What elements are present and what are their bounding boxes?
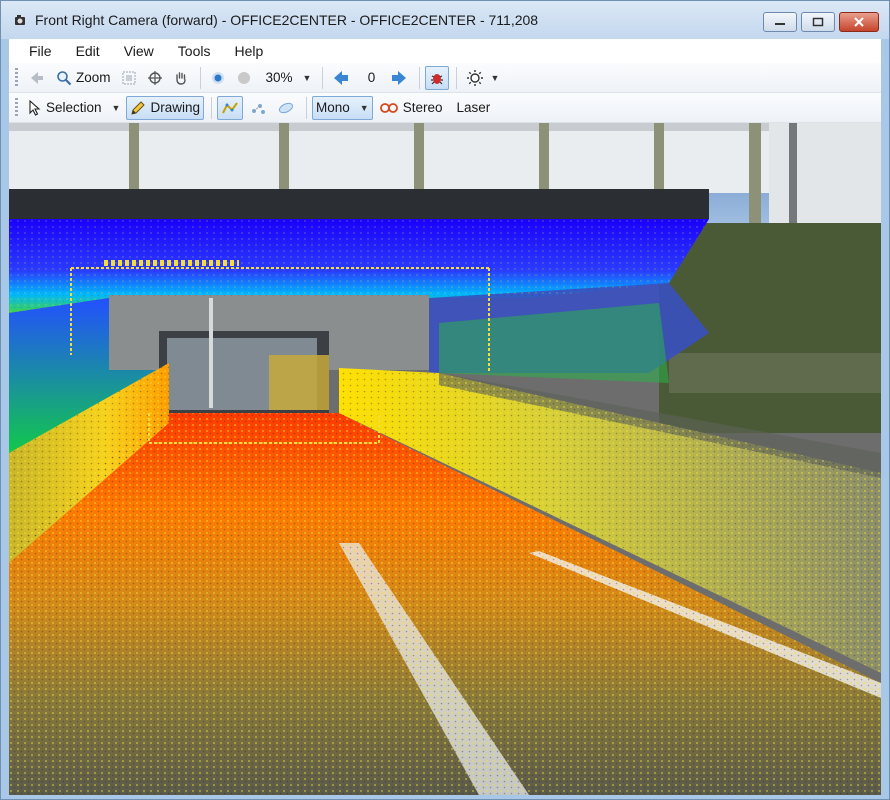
draw-points-button[interactable]: [245, 96, 271, 120]
maximize-icon: [812, 17, 824, 27]
client-area: File Edit View Tools Help Zoom 30% ▼ 0 ▼…: [9, 39, 881, 795]
camera-icon: [11, 11, 29, 29]
mono-mode-dropdown[interactable]: Mono ▼: [312, 95, 373, 120]
chevron-down-icon[interactable]: ▼: [112, 103, 121, 113]
chevron-down-icon: ▼: [490, 72, 500, 83]
zoom-label: Zoom: [76, 70, 111, 85]
zoom-button[interactable]: Zoom: [52, 66, 115, 90]
arrow-left-icon: [334, 70, 349, 85]
minimize-button[interactable]: [763, 12, 797, 32]
brightness-dropdown[interactable]: ▼: [462, 66, 503, 90]
record-button[interactable]: [425, 65, 450, 90]
bug-icon: [431, 73, 444, 84]
dot-blue-icon: [211, 71, 224, 84]
stereo-mode-button[interactable]: Stereo: [375, 96, 447, 120]
sun-icon: [467, 69, 484, 86]
stereo-label: Stereo: [402, 100, 443, 115]
window-title: Front Right Camera (forward) - OFFICE2CE…: [35, 12, 539, 28]
mono-label: Mono: [316, 100, 350, 115]
maximize-button[interactable]: [801, 12, 835, 32]
zoom-extents-button[interactable]: [143, 66, 167, 90]
app-window: Front Right Camera (forward) - OFFICE2CE…: [0, 0, 890, 800]
camera-viewport[interactable]: [9, 123, 881, 795]
hand-icon: [175, 71, 186, 85]
menu-view[interactable]: View: [112, 43, 166, 59]
arrow-right-icon: [392, 70, 407, 85]
polyline-icon: [222, 101, 238, 113]
fit-icon: [122, 71, 136, 84]
laser-label: Laser: [456, 100, 491, 115]
zoom-level-value: 30%: [265, 70, 293, 85]
surface-icon: [278, 102, 294, 113]
chevron-down-icon: ▼: [302, 72, 312, 83]
previous-frame-button[interactable]: [328, 66, 354, 90]
drawing-tool[interactable]: Drawing: [126, 95, 204, 120]
lidar-point-cloud-image: [9, 123, 881, 795]
points-icon: [252, 103, 265, 114]
drawing-label: Drawing: [150, 100, 200, 115]
menu-bar: File Edit View Tools Help: [9, 39, 881, 63]
cursor-arrow-icon: [29, 99, 41, 116]
menu-file[interactable]: File: [17, 43, 64, 59]
selection-label: Selection: [46, 100, 102, 115]
menu-tools[interactable]: Tools: [166, 43, 223, 59]
frame-counter: 0: [367, 70, 376, 85]
minimize-icon: [775, 23, 785, 25]
close-icon: [854, 17, 864, 27]
magnifier-icon: [57, 70, 72, 85]
close-button[interactable]: [839, 12, 879, 32]
next-frame-button[interactable]: [386, 66, 412, 90]
toolbar-grip[interactable]: [15, 67, 18, 88]
back-button[interactable]: [24, 66, 50, 90]
title-bar[interactable]: Front Right Camera (forward) - OFFICE2CE…: [1, 1, 889, 39]
mode-toolbar: Selection ▼ Drawing Mono ▼ Stereo Laser: [9, 93, 881, 123]
chevron-down-icon: ▼: [359, 102, 369, 113]
pan-button[interactable]: [169, 66, 193, 90]
zoom-level-dropdown[interactable]: 30% ▼: [258, 66, 316, 90]
pencil-icon: [131, 100, 146, 115]
point-size-small-button[interactable]: [206, 66, 230, 90]
menu-edit[interactable]: Edit: [64, 43, 112, 59]
arrow-left-icon: [31, 71, 43, 84]
menu-help[interactable]: Help: [222, 43, 275, 59]
laser-mode-button[interactable]: Laser: [452, 96, 494, 120]
draw-surface-button[interactable]: [273, 96, 299, 120]
selection-tool[interactable]: Selection ▼: [24, 96, 124, 120]
dot-gray-icon: [237, 71, 250, 84]
toolbar-grip[interactable]: [15, 97, 18, 118]
view-toolbar: Zoom 30% ▼ 0 ▼: [9, 63, 881, 93]
draw-polyline-button[interactable]: [217, 95, 243, 120]
stereo-glasses-icon: [379, 102, 398, 113]
target-icon: [147, 70, 162, 85]
point-size-large-button[interactable]: [232, 66, 256, 90]
fit-button[interactable]: [117, 66, 141, 90]
